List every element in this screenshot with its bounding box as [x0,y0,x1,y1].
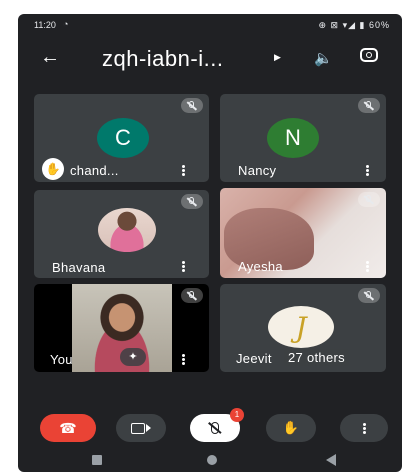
call-controls: ☎ 1 ✋ [18,408,402,446]
status-bar: 11:20 ◔ ⊕ ⊠ ▾◢ ▮ 60% [18,14,402,36]
hang-up-icon: ☎ [59,419,77,436]
more-options-icon[interactable] [366,165,369,176]
hand-icon: ✋ [282,420,300,435]
muted-mic-icon [181,288,203,303]
more-options-icon[interactable] [182,261,185,272]
muted-mic-icon [181,98,203,113]
clock: 11:20 [34,20,56,30]
back-icon[interactable] [326,454,336,466]
camera-lens-icon [146,424,151,432]
participant-tile-bhavana[interactable]: Bhavana [34,190,209,278]
muted-mic-icon [358,98,380,113]
participant-name: Bhavana [52,260,106,275]
participant-tile-ayesha[interactable]: Ayesha [220,188,386,278]
video-camera-icon [131,422,145,434]
profile-photo [98,208,156,252]
status-icons: ⊕ ⊠ ▾◢ ▮ 60% [318,20,390,30]
participant-name: Ayesha [238,259,283,274]
more-options-icon[interactable] [366,261,369,272]
speaker-icon[interactable]: 🔈 [314,49,333,67]
participant-name: You [50,352,73,367]
more-options-icon[interactable] [182,165,185,176]
muted-mic-icon [208,422,222,434]
participant-name: Nancy [238,163,277,178]
end-call-button[interactable]: ☎ [40,414,96,442]
participant-tile-others[interactable]: J Jeevit 27 others [220,284,386,372]
others-count: 27 others [284,349,349,366]
meeting-code[interactable]: zqh-iabn-i... [102,46,223,72]
microphone-button[interactable]: 1 [190,408,244,442]
participant-tile-self[interactable]: You ✦ [34,284,209,372]
more-options-icon [362,422,366,434]
switch-camera-icon[interactable] [360,48,378,62]
more-options-button[interactable] [340,414,388,442]
participant-name: chand... [70,163,119,178]
back-arrow-icon[interactable]: ← [40,46,60,69]
meet-screen: 11:20 ◔ ⊕ ⊠ ▾◢ ▮ 60% ← zqh-iabn-i... ▶ 🔈… [18,14,402,472]
notification-icon: ◔ [63,19,69,29]
more-options-icon[interactable] [182,354,185,365]
muted-mic-icon [181,194,203,209]
avatar-letter: N [285,125,301,150]
avatar-letter: C [115,125,131,150]
top-bar: ← zqh-iabn-i... ▶ 🔈 [18,36,402,82]
raised-hand-icon: ✋ [42,158,64,180]
camera-button[interactable] [116,414,166,442]
avatar: C [97,118,149,158]
notification-badge: 1 [230,408,244,422]
avatar: N [267,118,319,158]
raise-hand-button[interactable]: ✋ [266,414,316,442]
recents-icon[interactable] [92,455,102,465]
muted-mic-icon [358,192,380,207]
system-nav-bar [18,448,402,472]
caret-right-icon[interactable]: ▶ [274,52,281,63]
participant-name: Jeevit [236,351,272,366]
home-icon[interactable] [207,455,217,465]
participant-tile-chand[interactable]: C ✋ chand... [34,94,209,182]
muted-mic-icon [358,288,380,303]
participant-tile-nancy[interactable]: N Nancy [220,94,386,182]
profile-photo: J [268,306,334,348]
effects-button[interactable]: ✦ [120,348,146,366]
